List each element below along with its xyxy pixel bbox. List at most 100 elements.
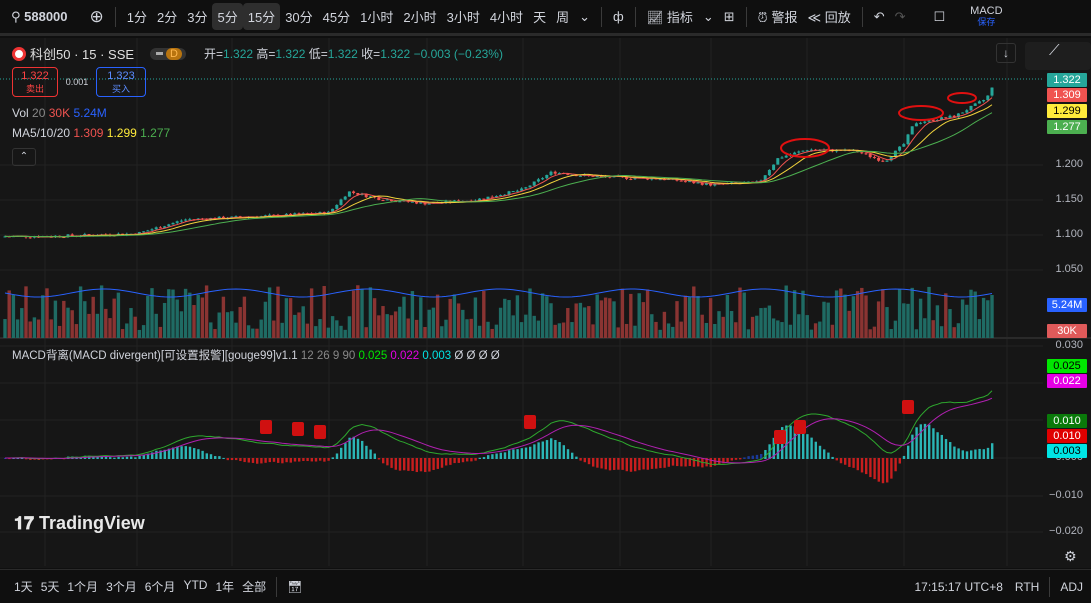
range-1[interactable]: 5天 [37, 575, 64, 598]
volume-bar [784, 285, 788, 338]
volume-bar [965, 304, 969, 338]
macd-histogram-bar [130, 456, 133, 459]
interval-4[interactable]: 15分 [242, 3, 281, 30]
buy-button[interactable]: 1.323 买入 [96, 67, 146, 97]
macd-histogram-bar [537, 442, 540, 459]
range-7[interactable]: 全部 [238, 575, 270, 598]
interval-2[interactable]: 3分 [182, 3, 212, 30]
add-symbol-icon[interactable]: ⊕ [85, 3, 109, 31]
volume-bar [666, 323, 671, 338]
interval-0[interactable]: 1分 [122, 3, 152, 30]
range-2[interactable]: 1个月 [63, 575, 102, 598]
interval-3[interactable]: 5分 [212, 3, 243, 30]
macd-histogram-bar [428, 458, 431, 472]
volume-bar [872, 326, 877, 338]
volume-bar [868, 329, 872, 338]
interval-5[interactable]: 30分 [280, 3, 317, 30]
candle [969, 105, 973, 111]
session-toggle[interactable]: RTH [1011, 577, 1043, 597]
macd-histogram-bar [550, 438, 553, 459]
macd-histogram-bar [470, 458, 473, 462]
replay-button[interactable]: ≪ 回放 [802, 3, 855, 30]
candle-type-icon[interactable]: ф [608, 5, 629, 28]
macd-histogram-bar [848, 458, 851, 467]
symbol-search[interactable]: ⚲ 588000 [6, 5, 73, 29]
layouts-icon[interactable]: ⊞ [719, 5, 740, 29]
candle [977, 101, 981, 104]
volume-bar [889, 329, 893, 338]
indicators-icon: 📈︎ [646, 10, 664, 25]
volume-bar [158, 326, 163, 338]
candle [578, 175, 582, 177]
layout-save-button[interactable]: MACD 保存 [970, 5, 1002, 28]
collapse-legend-button[interactable]: ⌃ [12, 148, 36, 166]
macd-histogram-bar [411, 458, 414, 472]
chevron-down-icon[interactable]: ⌄ [698, 5, 719, 29]
price-tick: 1.050 [1055, 263, 1083, 275]
sell-button[interactable]: 1.322 卖出 [12, 67, 58, 97]
goto-date-icon[interactable]: 📅︎ [283, 577, 306, 597]
chart-area[interactable]: 科创50 · 15 · SSE D 开=1.322 高=1.322 低=1.32… [0, 38, 1091, 583]
interval-11[interactable]: 天 [528, 3, 551, 30]
macd-histogram-bar [873, 458, 876, 480]
volume-bar [906, 303, 910, 338]
candle [961, 112, 965, 114]
volume-bar [549, 303, 553, 338]
interval-6[interactable]: 45分 [318, 3, 355, 30]
chart-canvas[interactable] [0, 38, 1091, 568]
volume-bar [755, 315, 759, 338]
volume-bar [633, 325, 637, 338]
settings-icon[interactable]: ⚙︎ [1064, 548, 1077, 565]
volume-bar [435, 294, 440, 338]
volume-bar [431, 307, 436, 338]
range-3[interactable]: 3个月 [102, 575, 141, 598]
range-6[interactable]: 1年 [211, 575, 238, 598]
ohlc: 开=1.322 高=1.322 低=1.322 收=1.322 −0.003 (… [204, 47, 503, 61]
volume-bar [242, 296, 247, 338]
clock[interactable]: 17:15:17 UTC+8 [910, 577, 1006, 597]
indicators-button[interactable]: 📈︎ 指标 [642, 3, 698, 30]
range-0[interactable]: 1天 [10, 575, 37, 598]
interval-9[interactable]: 3小时 [442, 3, 485, 30]
market-status-badge[interactable]: D [150, 47, 186, 60]
alert-button[interactable]: ⏰︎ 警报 [753, 3, 803, 30]
ma-legend[interactable]: MA5/10/20 1.309 1.299 1.277 [12, 126, 170, 140]
macd-histogram-bar [869, 458, 872, 478]
volume-bar [133, 316, 137, 338]
range-5[interactable]: YTD [179, 575, 211, 598]
volume-bar [196, 294, 200, 338]
interval-12[interactable]: 周 [551, 3, 574, 30]
interval-10[interactable]: 4小时 [485, 3, 528, 30]
range-4[interactable]: 6个月 [141, 575, 180, 598]
volume-bar [108, 318, 112, 338]
volume-bar [725, 294, 730, 338]
symbol-title[interactable]: 科创50 · 15 · SSE [30, 44, 134, 63]
macd-legend[interactable]: MACD背离(MACD divergent)[可设置报警][gouge99]v1… [12, 347, 500, 363]
interval-1[interactable]: 2分 [152, 3, 182, 30]
candle [335, 204, 339, 209]
scroll-down-button[interactable]: ↓ [996, 43, 1016, 63]
macd-histogram-bar [403, 458, 406, 471]
macd-histogram-bar [449, 458, 452, 465]
interval-8[interactable]: 2小时 [398, 3, 441, 30]
volume-legend[interactable]: Vol 20 30K 5.24M [12, 106, 107, 120]
divider [861, 6, 863, 27]
volume-bar [599, 300, 604, 338]
volume-bar [650, 314, 654, 338]
macd-histogram-bar [344, 443, 347, 459]
macd-histogram-bar [743, 457, 746, 459]
macd-histogram-bar [596, 458, 599, 468]
candle [545, 175, 549, 179]
chevron-down-icon[interactable]: ⌄ [574, 5, 595, 29]
redo-icon[interactable]: ↷ [890, 5, 911, 29]
candle [801, 150, 805, 152]
volume-bar [587, 306, 591, 338]
fullscreen-icon[interactable]: ☐ [929, 5, 951, 29]
interval-7[interactable]: 1小时 [355, 3, 398, 30]
macd-histogram-bar [508, 450, 511, 459]
macd-histogram-bar [684, 458, 687, 467]
adjust-toggle[interactable]: ADJ [1056, 577, 1087, 597]
undo-icon[interactable]: ↶ [869, 5, 890, 29]
drawing-tools-panel[interactable]: ⟋ [1025, 42, 1091, 70]
volume-bar [372, 298, 377, 338]
